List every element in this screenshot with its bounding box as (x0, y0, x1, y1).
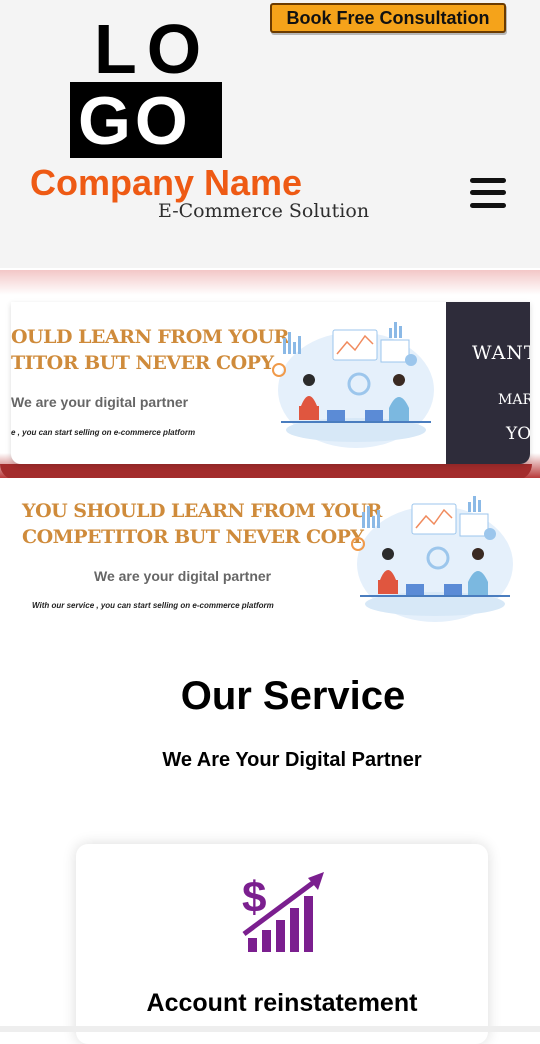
service-card-title: Account reinstatement (146, 989, 418, 1017)
logo-text-top: LO (94, 10, 212, 88)
service-card[interactable]: $ Account reinstatement (76, 844, 488, 1044)
team-illustration-icon (272, 322, 434, 448)
logo[interactable]: LO GO (70, 14, 222, 158)
book-consultation-button[interactable]: Book Free Consultation (270, 3, 506, 33)
services-subheading: We Are Your Digital Partner (162, 749, 422, 771)
banner-small-text: With our service , you can start selling… (32, 601, 274, 610)
page-bottom-edge (0, 1026, 540, 1032)
banner-subtitle: We are your digital partner (94, 568, 272, 584)
services-heading: Our Service (180, 674, 406, 718)
preview-line3: YO (506, 424, 530, 444)
hamburger-menu-icon[interactable] (468, 176, 508, 210)
next-slide-preview: WANT MAR YO (446, 302, 530, 464)
banner-headline-line2: COMPETITOR BUT NEVER COPY (22, 526, 364, 548)
banner-headline-line1: YOU SHOULD LEARN FROM YOUR (22, 500, 382, 522)
slide-headline-line1: OULD LEARN FROM YOUR (11, 326, 289, 348)
slide-subtitle: We are your digital partner (11, 394, 189, 410)
preview-line2: MAR (498, 392, 530, 408)
logo-text-bottom: GO (78, 83, 192, 159)
tagline: E-Commerce Solution (158, 200, 370, 222)
svg-text:$: $ (242, 873, 266, 922)
logo-black-box: GO (70, 82, 222, 158)
team-illustration-icon (351, 496, 513, 622)
preview-line1: WANT (472, 342, 530, 364)
site-header: Book Free Consultation LO GO Company Nam… (0, 0, 540, 268)
slide-headline-line2: TITOR BUT NEVER COPY (11, 352, 274, 374)
slide-small-text: e , you can start selling on e-commerce … (11, 428, 196, 437)
hero-slide[interactable]: OULD LEARN FROM YOUR TITOR BUT NEVER COP… (11, 302, 530, 464)
promo-banner: YOU SHOULD LEARN FROM YOUR COMPETITOR BU… (0, 478, 540, 628)
dollar-growth-chart-icon: $ (242, 872, 324, 952)
